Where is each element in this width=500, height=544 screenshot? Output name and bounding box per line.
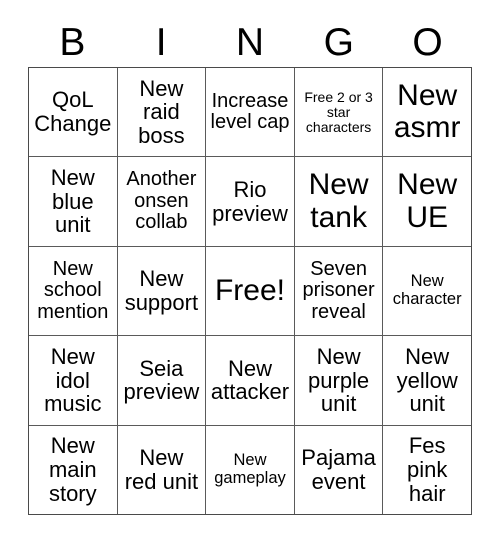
bingo-cell[interactable]: Seven prisoner reveal: [294, 246, 383, 336]
bingo-cell[interactable]: QoL Change: [29, 68, 117, 157]
bingo-cell[interactable]: New purple unit: [294, 336, 383, 425]
bingo-cell[interactable]: Rio preview: [206, 157, 294, 246]
bingo-cell[interactable]: New raid boss: [117, 68, 206, 157]
bingo-cell[interactable]: New tank: [294, 157, 383, 246]
bingo-header-letter-o: O: [412, 20, 443, 64]
bingo-cell-label: Free 2 or 3 star characters: [304, 88, 373, 135]
bingo-cell[interactable]: Pajama event: [294, 425, 383, 514]
bingo-header-letter-i: I: [155, 20, 167, 64]
bingo-cell-label: New character: [392, 272, 462, 308]
bingo-cell-label: New attacker: [210, 355, 290, 405]
bingo-cell-label: QoL Change: [34, 87, 112, 137]
bingo-cell-label: Seia preview: [123, 355, 200, 405]
bingo-cell[interactable]: Fes pink hair: [383, 425, 471, 514]
bingo-cell-label: Seven prisoner reveal: [302, 257, 375, 323]
bingo-cell[interactable]: New character: [383, 246, 471, 336]
bingo-cell-label: Increase level cap: [210, 89, 290, 134]
bingo-cell[interactable]: New red unit: [117, 425, 206, 514]
bingo-cell[interactable]: New school mention: [29, 246, 117, 336]
bingo-cell[interactable]: New asmr: [383, 68, 471, 157]
bingo-cell-label: New purple unit: [308, 343, 370, 417]
bingo-cell-label: New gameplay: [214, 450, 286, 487]
bingo-cell-label: Pajama event: [301, 445, 376, 494]
bingo-cell[interactable]: New yellow unit: [383, 336, 471, 425]
bingo-cell[interactable]: New UE: [383, 157, 471, 246]
bingo-cell-label: New yellow unit: [396, 343, 458, 417]
bingo-cell-label: Rio preview: [212, 176, 288, 226]
bingo-cell[interactable]: New gameplay: [206, 425, 294, 514]
bingo-grid: QoL Change New raid boss Increase level ca…: [28, 67, 472, 515]
bingo-header-letter-g: G: [323, 20, 354, 64]
bingo-card: B I N G O QoL Change New raid boss Increase le…: [0, 0, 500, 544]
bingo-cell-label: New main story: [48, 433, 97, 506]
bingo-free-space[interactable]: Free!: [206, 246, 294, 336]
bingo-cell[interactable]: New attacker: [206, 336, 294, 425]
bingo-cell-label: New asmr: [393, 78, 461, 145]
bingo-cell-label: New UE: [397, 168, 458, 234]
bingo-cell-label: New red unit: [124, 445, 199, 494]
bingo-cell[interactable]: Another onsen collab: [117, 157, 206, 246]
bingo-cell[interactable]: New blue unit: [29, 157, 117, 246]
bingo-cell[interactable]: Increase level cap: [206, 68, 294, 157]
bingo-cell-label: New school mention: [37, 257, 109, 323]
bingo-cell-label: New support: [124, 266, 199, 315]
bingo-header-row: BINGO: [28, 18, 472, 67]
bingo-cell-label: New idol music: [44, 343, 102, 417]
bingo-header-letter-n: N: [235, 20, 265, 64]
bingo-cell-label: Another onsen collab: [126, 168, 197, 234]
bingo-header-letter-b: B: [59, 20, 86, 64]
bingo-cell[interactable]: New main story: [29, 425, 117, 514]
bingo-cell-label: New tank: [308, 168, 369, 234]
bingo-cell[interactable]: New idol music: [29, 336, 117, 425]
bingo-cell[interactable]: Free 2 or 3 star characters: [294, 68, 383, 157]
bingo-cell[interactable]: New support: [117, 246, 206, 336]
bingo-cell-label: Free!: [214, 273, 285, 307]
bingo-cell-label: New blue unit: [50, 164, 95, 238]
bingo-cell-label: Fes pink hair: [407, 433, 448, 506]
bingo-cell-label: New raid boss: [138, 75, 185, 149]
bingo-cell[interactable]: Seia preview: [117, 336, 206, 425]
